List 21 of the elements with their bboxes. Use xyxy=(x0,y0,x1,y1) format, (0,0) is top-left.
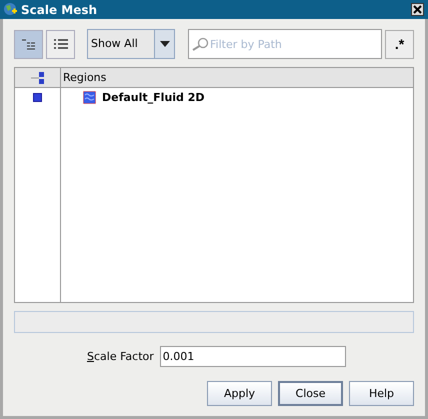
dialog-button[interactable]: Close xyxy=(278,381,343,406)
list-view-button[interactable] xyxy=(46,30,75,58)
column-header: Regions xyxy=(62,70,108,86)
tree-view-button[interactable] xyxy=(14,30,43,58)
search-field[interactable]: Filter by Path xyxy=(188,29,382,59)
regex-button[interactable]: .* xyxy=(385,30,414,58)
region-icon xyxy=(83,90,96,104)
close-button[interactable] xyxy=(411,3,424,16)
tree-icon xyxy=(20,38,36,50)
row-checkbox[interactable] xyxy=(33,92,42,102)
tree-item[interactable]: Default_Fluid 2D xyxy=(61,88,413,106)
window-title: Scale Mesh xyxy=(21,2,98,16)
caret-icon xyxy=(160,41,170,47)
dialog-button[interactable]: Help xyxy=(349,381,414,406)
globe-icon xyxy=(3,2,18,17)
hierarchy-icon xyxy=(30,70,46,84)
scale-factor-label: Scale Factor xyxy=(87,350,154,363)
scale-factor-field[interactable]: 0.001 xyxy=(160,346,346,367)
list-icon xyxy=(52,38,68,50)
dialog-button[interactable]: Apply xyxy=(207,381,272,406)
show-dropdown[interactable]: Show All xyxy=(87,29,175,59)
